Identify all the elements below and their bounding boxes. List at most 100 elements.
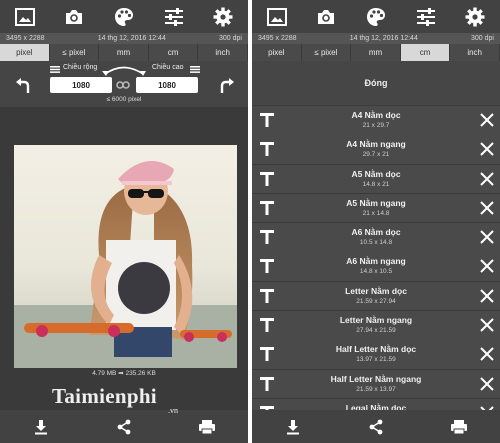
paper-size-label: Half Letter Nằm dọc bbox=[335, 344, 417, 355]
paper-size-dimensions: 27.94 x 21.59 bbox=[356, 327, 396, 335]
image-preview-area: 4.79 MB ➡ 235.26 KB bbox=[0, 107, 248, 410]
close-icon[interactable] bbox=[480, 259, 494, 274]
left-screen: 3495 x 2288 14 thg 12, 2016 12:44 300 dp… bbox=[0, 0, 248, 443]
tab-mm[interactable]: mm bbox=[99, 44, 149, 61]
text-icon[interactable] bbox=[259, 171, 275, 187]
close-button[interactable]: Đóng bbox=[252, 61, 500, 105]
paper-size-row[interactable]: Letter Nằm ngang 27.94 x 21.59 bbox=[252, 311, 500, 340]
palette-icon[interactable] bbox=[111, 4, 137, 30]
paper-size-row[interactable]: Letter Nằm dọc 21.59 x 27.94 bbox=[252, 281, 500, 311]
paper-size-row[interactable]: A5 Nằm dọc 14.8 x 21 bbox=[252, 164, 500, 194]
text-icon[interactable] bbox=[259, 112, 275, 128]
rotate-right-icon[interactable] bbox=[216, 75, 238, 97]
paper-size-dimensions: 13.97 x 21.59 bbox=[356, 356, 396, 364]
bottom-toolbar bbox=[0, 410, 248, 443]
sliders-icon[interactable] bbox=[161, 4, 187, 30]
height-input[interactable] bbox=[136, 77, 198, 93]
unit-tabs: pixel ≤ pixel mm cm inch bbox=[252, 44, 500, 61]
close-icon[interactable] bbox=[480, 230, 494, 244]
tab-cm[interactable]: cm bbox=[400, 44, 451, 61]
text-icon[interactable] bbox=[259, 346, 275, 362]
close-icon[interactable] bbox=[480, 376, 494, 391]
sliders-icon[interactable] bbox=[413, 4, 439, 30]
paper-size-dimensions: 29.7 x 21 bbox=[362, 151, 390, 159]
date-text: 14 thg 12, 2016 12:44 bbox=[349, 35, 418, 42]
watermark-suffix: .vn bbox=[168, 406, 178, 415]
close-icon[interactable] bbox=[480, 318, 494, 332]
download-icon[interactable] bbox=[28, 414, 54, 440]
resolution-text: 3495 x 2288 bbox=[258, 35, 297, 42]
image-icon[interactable] bbox=[264, 4, 290, 30]
paper-size-dimensions: 14.8 x 10.5 bbox=[359, 268, 393, 276]
close-icon[interactable] bbox=[480, 347, 494, 362]
top-toolbar bbox=[0, 0, 248, 33]
palette-icon[interactable] bbox=[363, 4, 389, 30]
close-icon[interactable] bbox=[480, 142, 494, 157]
share-icon[interactable] bbox=[111, 414, 137, 440]
download-icon[interactable] bbox=[280, 414, 306, 440]
paper-size-label: A4 Nằm ngang bbox=[346, 139, 406, 150]
paper-size-label: Half Letter Nằm ngang bbox=[330, 373, 422, 384]
image-info-bar: 3495 x 2288 14 thg 12, 2016 12:44 300 dp… bbox=[0, 33, 248, 44]
paper-size-list: A4 Nằm dọc 21 x 29.7 A4 Nằm ngang 29.7 x 21… bbox=[252, 106, 500, 410]
paper-size-label: Letter Nằm ngang bbox=[339, 315, 413, 326]
text-icon[interactable] bbox=[259, 229, 275, 245]
height-menu-icon[interactable] bbox=[190, 66, 200, 73]
dpi-text: 300 dpi bbox=[471, 35, 494, 42]
rotate-left-icon[interactable] bbox=[12, 75, 34, 97]
camera-icon[interactable] bbox=[313, 4, 339, 30]
swap-arrows-icon[interactable] bbox=[100, 63, 148, 77]
camera-icon[interactable] bbox=[61, 4, 87, 30]
tab-max-pixel[interactable]: ≤ pixel bbox=[302, 44, 352, 61]
gear-icon[interactable] bbox=[210, 4, 236, 30]
paper-size-row[interactable]: Legal Nằm dọc bbox=[252, 398, 500, 410]
watermark-logo: Taimienphi bbox=[52, 384, 157, 408]
link-icon[interactable] bbox=[116, 78, 130, 96]
print-icon[interactable] bbox=[194, 414, 220, 440]
tab-mm[interactable]: mm bbox=[351, 44, 401, 61]
close-icon[interactable] bbox=[480, 171, 494, 186]
text-icon[interactable] bbox=[259, 376, 275, 392]
paper-size-row[interactable]: A5 Nằm ngang 21 x 14.8 bbox=[252, 193, 500, 223]
paper-size-label: Letter Nằm dọc bbox=[345, 285, 407, 296]
resolution-text: 3495 x 2288 bbox=[6, 35, 45, 42]
text-icon[interactable] bbox=[259, 141, 275, 157]
gear-icon[interactable] bbox=[462, 4, 488, 30]
height-label: Chiều cao bbox=[152, 64, 184, 71]
width-label: Chiều rộng bbox=[63, 64, 98, 71]
paper-size-label: A4 Nằm dọc bbox=[351, 110, 401, 120]
width-input[interactable] bbox=[50, 77, 112, 93]
tab-max-pixel[interactable]: ≤ pixel bbox=[50, 44, 100, 61]
text-icon[interactable] bbox=[259, 288, 275, 304]
print-icon[interactable] bbox=[446, 414, 472, 440]
paper-size-row[interactable]: A6 Nằm dọc 10.5 x 14.8 bbox=[252, 223, 500, 252]
share-icon[interactable] bbox=[363, 414, 389, 440]
paper-size-row[interactable]: A4 Nằm ngang 29.7 x 21 bbox=[252, 135, 500, 164]
tab-pixel[interactable]: pixel bbox=[0, 44, 50, 61]
unit-tabs: pixel ≤ pixel mm cm inch bbox=[0, 44, 248, 61]
tab-pixel[interactable]: pixel bbox=[252, 44, 302, 61]
close-icon[interactable] bbox=[480, 289, 494, 303]
paper-size-row[interactable]: Half Letter Nằm dọc 13.97 x 21.59 bbox=[252, 340, 500, 369]
close-icon[interactable] bbox=[480, 113, 494, 127]
close-icon[interactable] bbox=[480, 201, 494, 215]
paper-size-row[interactable]: A4 Nằm dọc 21 x 29.7 bbox=[252, 106, 500, 135]
tab-cm[interactable]: cm bbox=[149, 44, 199, 61]
paper-size-label: A5 Nằm dọc bbox=[351, 168, 401, 179]
paper-size-row[interactable]: A6 Nằm ngang 14.8 x 10.5 bbox=[252, 252, 500, 281]
width-menu-icon[interactable] bbox=[50, 66, 60, 73]
image-icon[interactable] bbox=[12, 4, 38, 30]
max-pixel-text: ≤ 6000 pixel bbox=[106, 96, 142, 103]
paper-size-label: Legal Nằm dọc bbox=[345, 402, 407, 410]
tab-inch[interactable]: inch bbox=[198, 44, 248, 61]
paper-size-dimensions: 14.8 x 21 bbox=[362, 180, 390, 188]
paper-size-dimensions: 10.5 x 14.8 bbox=[359, 239, 393, 247]
top-toolbar bbox=[252, 0, 500, 33]
tab-inch[interactable]: inch bbox=[450, 44, 500, 61]
text-icon[interactable] bbox=[259, 200, 275, 216]
paper-size-row[interactable]: Half Letter Nằm ngang 21.59 x 13.97 bbox=[252, 369, 500, 399]
text-icon[interactable] bbox=[259, 258, 275, 274]
photo-preview[interactable] bbox=[14, 145, 237, 368]
file-size-text: 4.79 MB ➡ 235.26 KB bbox=[92, 370, 156, 377]
text-icon[interactable] bbox=[259, 317, 275, 333]
